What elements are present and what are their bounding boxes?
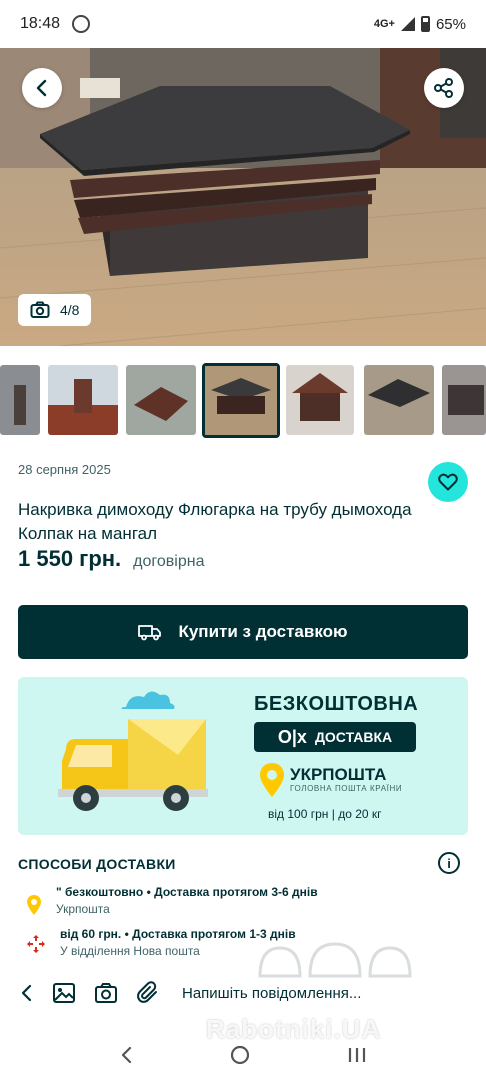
location-pin-icon [27,895,41,915]
message-input[interactable]: Напишіть повідомлення... [182,985,361,1002]
truck-icon [138,625,162,641]
delivery-option-sub: Укрпошта [56,902,110,916]
delivery-truck-illustration [58,691,208,811]
chevron-left-icon[interactable] [18,983,34,1003]
price: 1 550 грн. [18,546,122,571]
thumbnail-1[interactable] [0,365,40,435]
buy-button-label: Купити з доставкою [178,622,348,641]
nav-back-icon[interactable] [118,1045,134,1065]
favorite-button[interactable] [428,462,468,502]
signal-icon [400,17,415,31]
delivery-option-text: " безкоштовно • Доставка протягом 3-6 дн… [56,884,318,918]
olx-delivery-badge: O|x ДОСТАВКА [254,722,416,752]
ukrposhta-logo-icon [260,763,284,797]
listing-title: Накривка димоходу Флюгарка на трубу дымо… [18,500,412,543]
battery-level: 65% [435,15,466,33]
network-label: 4G+ [373,18,395,30]
carrier-slogan: ГОЛОВНА ПОШТА КРАЇНИ [290,784,403,793]
photo-counter[interactable]: 4/8 [18,294,92,326]
share-button[interactable] [424,68,464,108]
delivery-option-main: " безкоштовно • Доставка протягом 3-6 дн… [56,885,318,899]
message-bar: Напишіть повідомлення... [0,973,486,1013]
thumbnail-3[interactable] [126,365,196,435]
photo-counter-text: 4/8 [60,302,80,318]
camera-icon [30,301,50,318]
share-icon [434,78,453,98]
price-row: 1 550 грн. договірна [18,546,204,572]
main-photo[interactable]: 4/8 [0,48,486,346]
free-delivery-banner[interactable]: БЕЗКОШТОВНА O|x ДОСТАВКА УКРПОШТА ГОЛОВН… [18,677,468,835]
thumbnail-7[interactable] [442,365,486,435]
listing-date: 28 серпня 2025 [18,462,111,477]
paperclip-icon[interactable] [136,981,160,1005]
carrier-name: УКРПОШТА [290,765,387,784]
camera-icon[interactable] [94,982,118,1004]
battery-icon [420,16,430,32]
back-button[interactable] [22,68,62,108]
viber-icon [72,15,91,33]
thumbnail-5[interactable] [286,365,354,435]
delivery-option-ukrposhta: " безкоштовно • Доставка протягом 3-6 дн… [26,884,318,918]
back-arrow-icon [36,79,47,97]
system-nav-bar [0,1030,486,1080]
olx-delivery-text: ДОСТАВКА [314,729,393,745]
nav-recents-icon[interactable] [346,1045,368,1065]
status-time: 18:48 [20,15,61,32]
nav-home-icon[interactable] [229,1044,251,1066]
promo-headline: БЕЗКОШТОВНА [254,693,419,715]
nova-poshta-icon [27,935,45,953]
price-negotiable: договірна [133,553,205,570]
thumbnail-2[interactable] [48,365,118,435]
status-bar: 18:48 4G+ 65% [0,0,486,48]
promo-limits: від 100 грн | до 20 кг [268,807,382,821]
thumbnail-strip [0,363,486,439]
status-right: 4G+ 65% [374,16,466,33]
image-icon[interactable] [52,982,76,1004]
buy-with-delivery-button[interactable]: Купити з доставкою [18,605,468,659]
thumbnail-6[interactable] [364,365,434,435]
olx-logo: O|x [277,726,307,747]
info-icon[interactable]: i [438,852,460,874]
delivery-section-title: СПОСОБИ ДОСТАВКИ [18,856,176,872]
heart-icon [438,473,458,491]
thumbnail-4[interactable] [202,363,280,438]
